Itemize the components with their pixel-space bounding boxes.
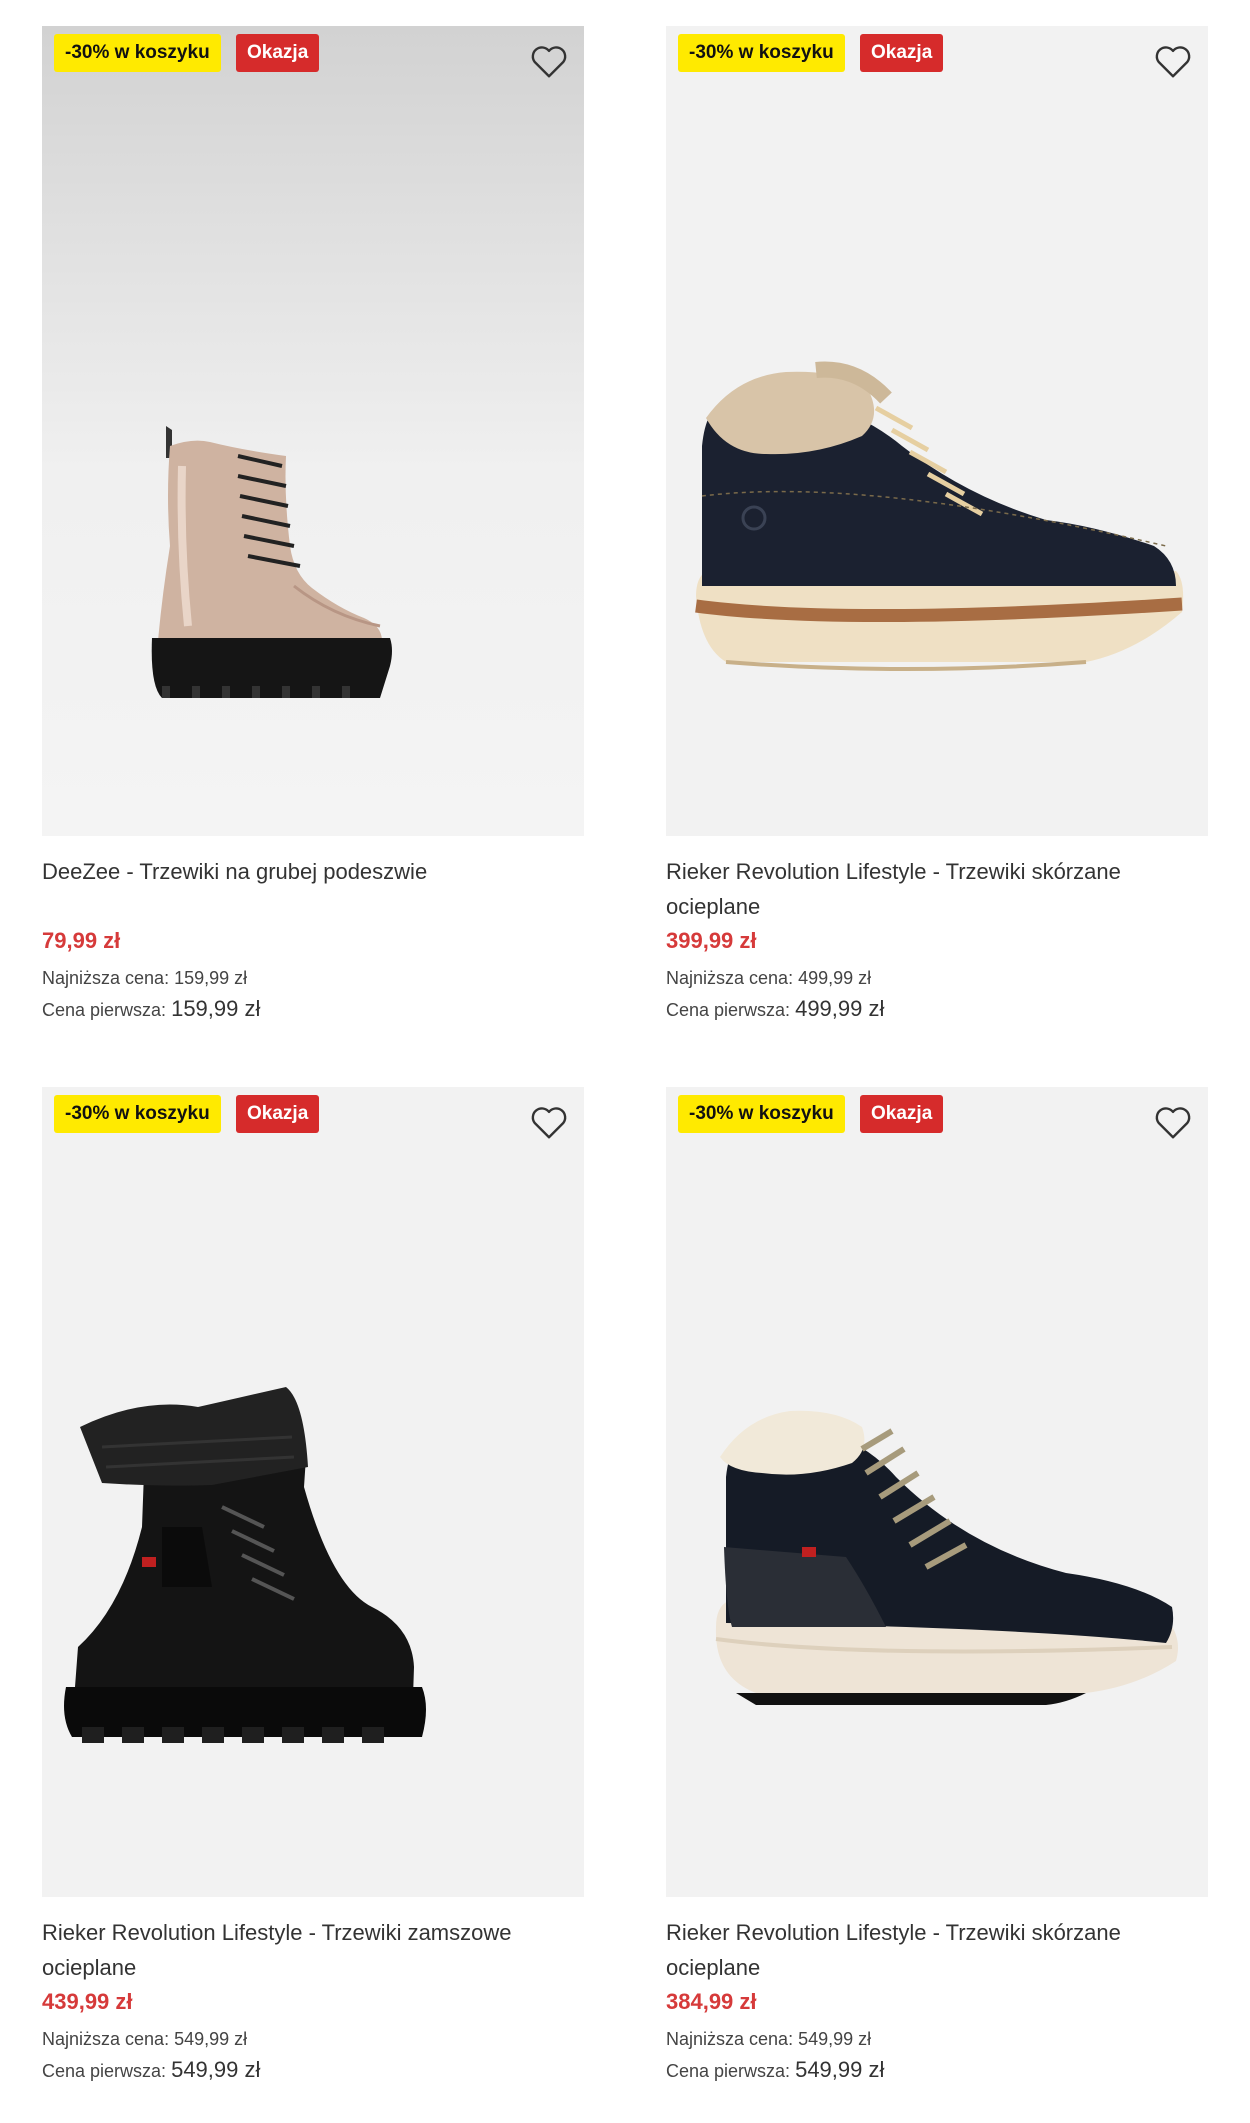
first-price-value: 549,99 zł [795, 2057, 885, 2082]
product-title[interactable]: Rieker Revolution Lifestyle - Trzewiki s… [666, 1915, 1208, 1985]
lowest-price: Najniższa cena: 549,99 zł [42, 2029, 247, 2050]
boot-image [64, 1387, 426, 1743]
product-image[interactable]: -30% w koszyku Okazja [42, 26, 584, 836]
lowest-price: Najniższa cena: 549,99 zł [666, 2029, 871, 2050]
sale-badge: Okazja [860, 1095, 944, 1133]
lowest-price-label: Najniższa cena: [666, 968, 794, 988]
lowest-price-value: 159,99 zł [174, 968, 248, 988]
heart-icon[interactable] [530, 1105, 568, 1141]
product-price: 79,99 zł [42, 928, 121, 953]
lowest-price-value: 499,99 zł [798, 968, 872, 988]
product-image[interactable]: -30% w koszyku Okazja [666, 26, 1208, 836]
product-card[interactable]: -30% w koszyku Okazja Rieker Revolution … [666, 1087, 1208, 2082]
first-price: Cena pierwsza: 159,99 zł [42, 996, 260, 1022]
first-price-value: 499,99 zł [795, 996, 885, 1021]
first-price-label: Cena pierwsza: [42, 1000, 167, 1020]
product-card[interactable]: -30% w koszyku Okazja DeeZee - Trzewiki … [42, 26, 584, 1021]
product-title[interactable]: Rieker Revolution Lifestyle - Trzewiki z… [42, 1915, 584, 1985]
lowest-price-value: 549,99 zł [174, 2029, 248, 2049]
lowest-price: Najniższa cena: 159,99 zł [42, 968, 247, 989]
first-price-label: Cena pierwsza: [42, 2061, 167, 2081]
product-price: 439,99 zł [42, 1989, 133, 2014]
lowest-price-label: Najniższa cena: [666, 2029, 794, 2049]
product-title[interactable]: DeeZee - Trzewiki na grubej podeszwie [42, 854, 584, 889]
heart-icon[interactable] [1154, 1105, 1192, 1141]
discount-badge: -30% w koszyku [54, 34, 221, 72]
product-price: 399,99 zł [666, 928, 757, 953]
product-card[interactable]: -30% w koszyku Okazja Rieker Revolution … [42, 1087, 584, 2082]
product-price: 384,99 zł [666, 1989, 757, 2014]
product-image[interactable]: -30% w koszyku Okazja [42, 1087, 584, 1897]
sneaker-boot-image [695, 361, 1184, 671]
discount-badge: -30% w koszyku [678, 34, 845, 72]
product-card[interactable]: -30% w koszyku Okazja Rieker Revolution … [666, 26, 1208, 1021]
sale-badge: Okazja [860, 34, 944, 72]
sale-badge: Okazja [236, 34, 320, 72]
first-price: Cena pierwsza: 549,99 zł [42, 2057, 260, 2083]
heart-icon[interactable] [1154, 44, 1192, 80]
lowest-price: Najniższa cena: 499,99 zł [666, 968, 871, 989]
first-price-value: 159,99 zł [171, 996, 261, 1021]
first-price-label: Cena pierwsza: [666, 2061, 791, 2081]
product-image[interactable]: -30% w koszyku Okazja [666, 1087, 1208, 1897]
discount-badge: -30% w koszyku [54, 1095, 221, 1133]
first-price-value: 549,99 zł [171, 2057, 261, 2082]
first-price: Cena pierwsza: 549,99 zł [666, 2057, 884, 2083]
lowest-price-label: Najniższa cena: [42, 2029, 170, 2049]
discount-badge: -30% w koszyku [678, 1095, 845, 1133]
sale-badge: Okazja [236, 1095, 320, 1133]
heart-icon[interactable] [530, 44, 568, 80]
product-title[interactable]: Rieker Revolution Lifestyle - Trzewiki s… [666, 854, 1208, 924]
boot-image [151, 426, 392, 698]
first-price-label: Cena pierwsza: [666, 1000, 791, 1020]
sneaker-boot-image [715, 1410, 1178, 1705]
lowest-price-label: Najniższa cena: [42, 968, 170, 988]
lowest-price-value: 549,99 zł [798, 2029, 872, 2049]
first-price: Cena pierwsza: 499,99 zł [666, 996, 884, 1022]
